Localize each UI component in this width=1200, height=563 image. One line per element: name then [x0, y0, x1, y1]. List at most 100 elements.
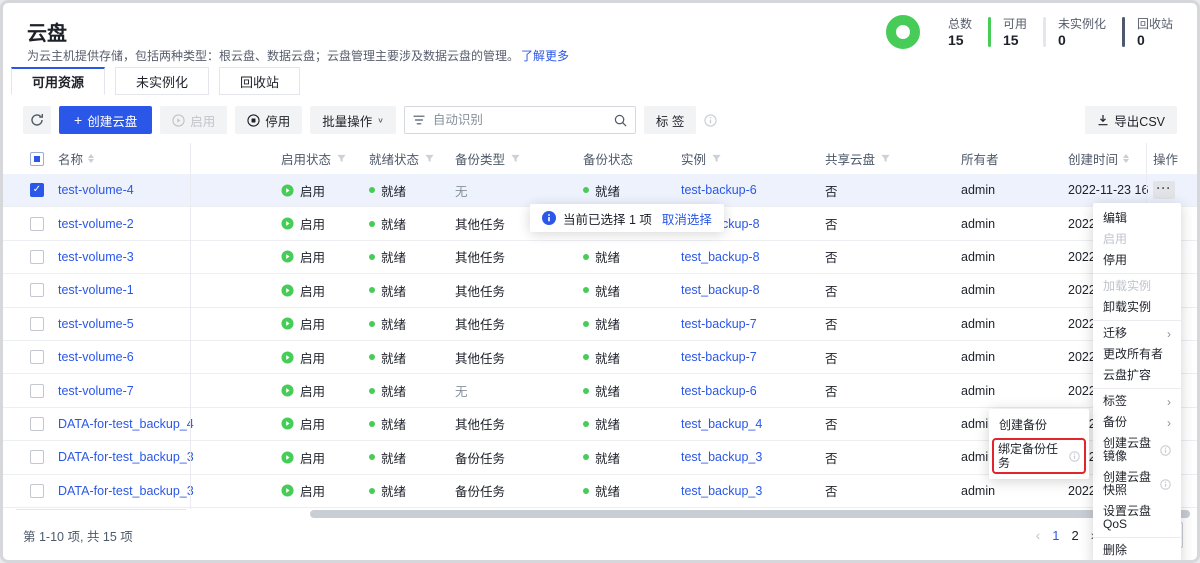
submenu-item-create-backup[interactable]: 创建备份 — [989, 413, 1089, 437]
instance-link[interactable]: test_backup_3 — [681, 450, 762, 464]
menu-item-delete[interactable]: 删除 — [1093, 540, 1181, 561]
created-time-cell: 2022-11-23 16 — [1068, 174, 1148, 206]
menu-item-change-owner[interactable]: 更改所有者 — [1093, 344, 1181, 365]
instance-cell: test_backup_3 — [681, 441, 762, 473]
menu-item-backup[interactable]: 备份› — [1093, 412, 1181, 433]
instance-link[interactable]: test_backup_3 — [681, 484, 762, 498]
backup-status-label: 就绪 — [595, 247, 620, 266]
instance-link[interactable]: test_backup-8 — [681, 283, 760, 297]
tab-recycle-bin[interactable]: 回收站 — [219, 67, 300, 95]
volume-name-link[interactable]: test-volume-4 — [58, 183, 134, 197]
volume-name-link[interactable]: test-volume-2 — [58, 217, 134, 231]
menu-item-set-volume-qos[interactable]: 设置云盘QoS — [1093, 501, 1181, 535]
filter-icon[interactable] — [880, 153, 891, 164]
menu-item-unload-instance[interactable]: 卸载实例 — [1093, 297, 1181, 318]
volume-name-link[interactable]: test-volume-6 — [58, 350, 134, 364]
row-checkbox[interactable] — [30, 450, 44, 464]
green-dot-icon — [369, 321, 375, 327]
menu-item-create-volume-snapshot[interactable]: 创建云盘快照 — [1093, 467, 1181, 501]
row-checkbox-cell — [30, 374, 44, 406]
ready-status-label: 就绪 — [381, 448, 406, 467]
sort-icon[interactable] — [1123, 154, 1129, 163]
select-all-checkbox[interactable] — [30, 152, 44, 166]
volume-name-link[interactable]: test-volume-5 — [58, 317, 134, 331]
row-checkbox-cell — [30, 241, 44, 273]
disable-button[interactable]: 停用 — [235, 106, 302, 134]
enable-status-cell: 启用 — [281, 207, 325, 239]
pagination-page-2[interactable]: 2 — [1071, 528, 1078, 543]
volume-name-link[interactable]: DATA-for-test_backup_3 — [58, 450, 194, 464]
menu-item-disable[interactable]: 停用 — [1093, 250, 1181, 271]
create-volume-button[interactable]: +创建云盘 — [59, 106, 152, 134]
export-csv-button[interactable]: 导出CSV — [1085, 106, 1177, 134]
volume-name-link[interactable]: test-volume-1 — [58, 283, 134, 297]
backup-type-cell: 其他任务 — [455, 274, 505, 306]
row-checkbox[interactable] — [30, 250, 44, 264]
menu-item-enable: 启用 — [1093, 229, 1181, 250]
batch-actions-button[interactable]: 批量操作∨ — [310, 106, 396, 134]
tag-button[interactable]: 标 签 — [644, 106, 696, 134]
row-checkbox[interactable] — [30, 350, 44, 364]
column-header-shared: 共享云盘 — [825, 143, 891, 174]
menu-item-edit[interactable]: 编辑 — [1093, 208, 1181, 229]
menu-item-create-volume-image[interactable]: 创建云盘镜像 — [1093, 433, 1181, 467]
tab-not-instantiated[interactable]: 未实例化 — [115, 67, 209, 95]
more-actions-button[interactable]: ··· — [1153, 181, 1175, 199]
name-cell: test-volume-2 — [58, 207, 134, 239]
sort-icon[interactable] — [88, 154, 94, 163]
volume-name-link[interactable]: test-volume-7 — [58, 384, 134, 398]
ready-status-cell: 就绪 — [369, 308, 406, 340]
submenu-item-bind-backup-task[interactable]: 绑定备份任务 — [992, 438, 1086, 474]
menu-item-label: 备份 — [1103, 416, 1127, 429]
menu-divider — [1093, 273, 1181, 274]
menu-item-migrate[interactable]: 迁移› — [1093, 323, 1181, 344]
instance-link[interactable]: test_backup_4 — [681, 417, 762, 431]
instance-link[interactable]: test-backup-6 — [681, 384, 757, 398]
backup-type-cell: 其他任务 — [455, 241, 505, 273]
row-checkbox[interactable]: ✓ — [30, 183, 44, 197]
page-description: 为云主机提供存储，包括两种类型：根云盘、数据云盘；云盘管理主要涉及数据云盘的管理… — [27, 47, 569, 64]
menu-item-label: 加载实例 — [1103, 280, 1151, 293]
backup-status-cell: 就绪 — [583, 374, 620, 406]
stat-divider-bar — [988, 17, 991, 47]
search-icon[interactable] — [614, 114, 627, 127]
instance-cell: test-backup-6 — [681, 374, 757, 406]
filter-icon[interactable] — [336, 153, 347, 164]
enable-status-label: 启用 — [300, 448, 325, 467]
items-range-label: 第 1-10 项, 共 15 项 — [23, 526, 133, 545]
row-checkbox-cell — [30, 341, 44, 373]
learn-more-link[interactable]: 了解更多 — [521, 49, 569, 63]
column-label: 实例 — [681, 149, 706, 168]
column-label: 名称 — [58, 149, 83, 168]
refresh-button[interactable] — [23, 106, 51, 134]
row-checkbox[interactable] — [30, 417, 44, 431]
app-window: 云盘 为云主机提供存储，包括两种类型：根云盘、数据云盘；云盘管理主要涉及数据云盘… — [0, 0, 1200, 563]
submenu-item-label: 创建备份 — [999, 418, 1047, 432]
row-checkbox[interactable] — [30, 217, 44, 231]
volume-name-link[interactable]: test-volume-3 — [58, 250, 134, 264]
instance-link[interactable]: test-backup-6 — [681, 183, 757, 197]
row-checkbox[interactable] — [30, 384, 44, 398]
instance-link[interactable]: test_backup-8 — [681, 250, 760, 264]
filter-icon[interactable] — [424, 153, 435, 164]
shared-volume-cell: 否 — [825, 441, 838, 473]
tab-available-resources[interactable]: 可用资源 — [11, 67, 105, 95]
menu-item-label: 设置云盘QoS — [1103, 505, 1171, 531]
volume-name-link[interactable]: DATA-for-test_backup_3 — [58, 484, 194, 498]
instance-link[interactable]: test-backup-7 — [681, 350, 757, 364]
row-checkbox[interactable] — [30, 484, 44, 498]
filter-icon[interactable] — [711, 153, 722, 164]
row-checkbox[interactable] — [30, 317, 44, 331]
filter-icon[interactable] — [510, 153, 521, 164]
enabled-status-icon — [281, 284, 294, 297]
backup-status-cell: 就绪 — [583, 341, 620, 373]
row-checkbox[interactable] — [30, 283, 44, 297]
instance-link[interactable]: test-backup-7 — [681, 317, 757, 331]
search-input[interactable] — [431, 112, 608, 128]
menu-item-expand-volume[interactable]: 云盘扩容 — [1093, 365, 1181, 386]
volume-name-link[interactable]: DATA-for-test_backup_4 — [58, 417, 194, 431]
cancel-selection-link[interactable]: 取消选择 — [662, 209, 712, 228]
menu-item-tag[interactable]: 标签› — [1093, 391, 1181, 412]
pagination-page-1[interactable]: 1 — [1052, 528, 1059, 543]
enabled-status-icon — [281, 217, 294, 230]
